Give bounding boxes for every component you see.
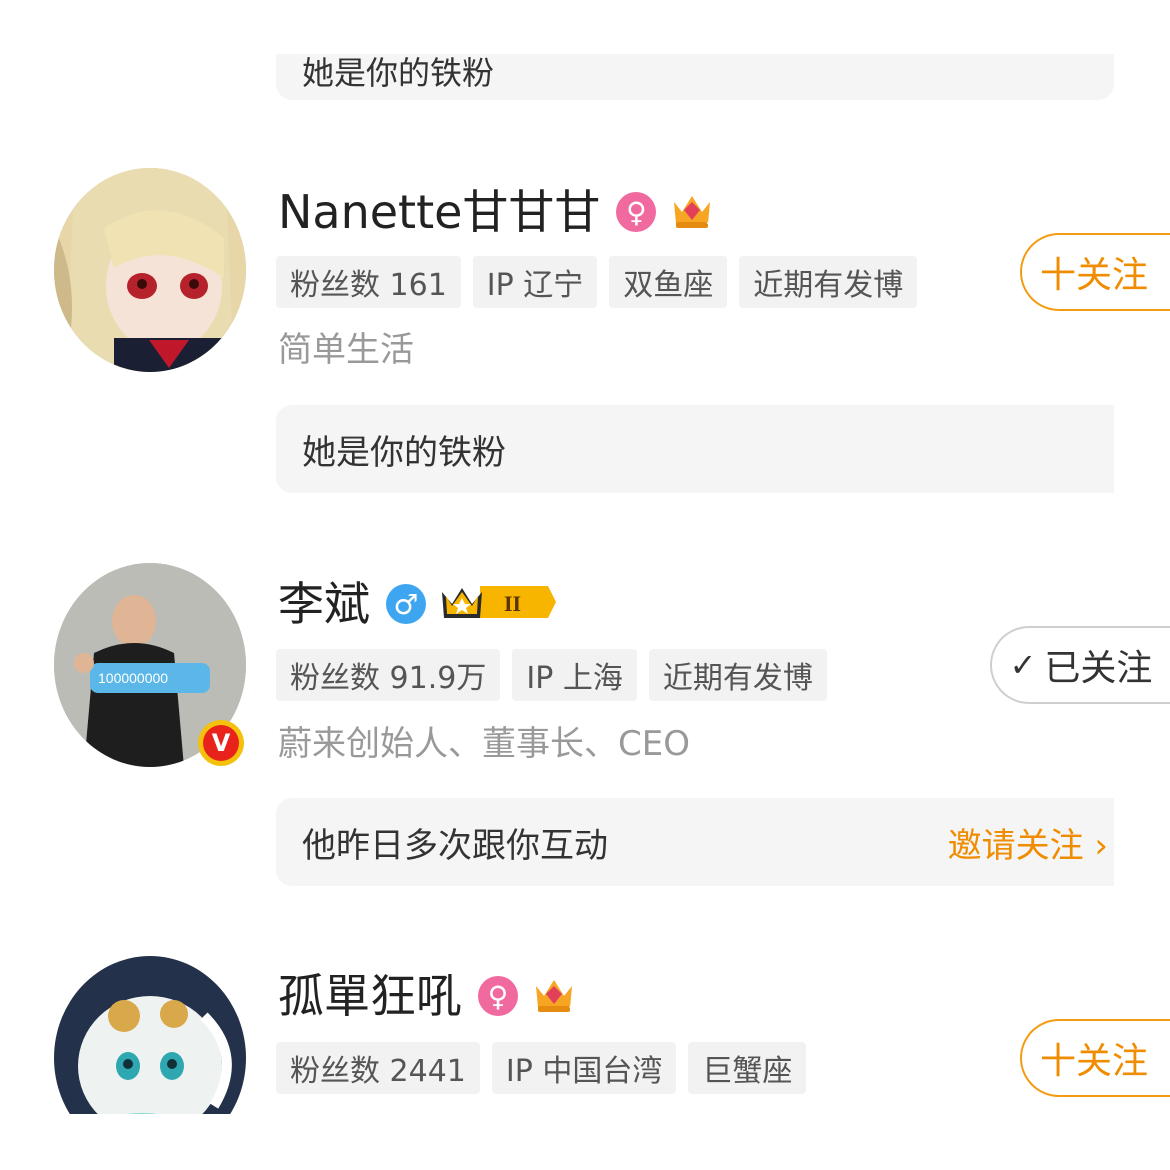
note-text: 他昨日多次跟你互动 — [302, 825, 608, 866]
tag-fans: 粉丝数 91.9万 — [276, 649, 501, 701]
female-icon: ♀ — [616, 192, 657, 232]
avatar[interactable] — [54, 168, 246, 372]
female-icon: ♀ — [478, 976, 518, 1016]
check-icon: ✓ — [1009, 646, 1037, 684]
svg-text:2: 2 — [706, 219, 713, 232]
invite-follow-link[interactable]: 邀请关注 › — [948, 818, 1108, 867]
note-text: 她是你的铁粉 — [302, 54, 495, 92]
svg-text:1: 1 — [568, 1003, 575, 1016]
tag-ip: IP 中国台湾 — [491, 1042, 677, 1094]
user-name[interactable]: 孤單狂吼 — [278, 973, 462, 1019]
crown-badge-icon: 1 — [532, 972, 576, 1020]
svg-text:II: II — [504, 591, 521, 616]
user-bio: 简单生活 — [278, 330, 414, 370]
user-bio: 蔚来创始人、董事长、CEO — [278, 724, 690, 764]
tag-fans: 粉丝数 2441 — [276, 1042, 480, 1094]
relation-note: 她是你的铁粉 — [276, 405, 1114, 493]
tag-fans: 粉丝数 161 — [276, 256, 461, 308]
svg-text:100000000: 100000000 — [98, 670, 168, 686]
tag-ip: IP 上海 — [512, 649, 637, 701]
tag-zodiac: 巨蟹座 — [688, 1042, 807, 1094]
follow-button[interactable]: 十关注 — [1020, 233, 1170, 311]
user-name[interactable]: 李斌 — [278, 581, 370, 627]
follow-button[interactable]: 十关注 — [1020, 1019, 1170, 1097]
note-text: 她是你的铁粉 — [302, 432, 506, 473]
user-name[interactable]: Nanette甘甘甘 — [278, 189, 600, 235]
followed-button[interactable]: ✓ 已关注 — [990, 626, 1170, 704]
crown-badge-icon: 2 — [670, 188, 714, 236]
tag-recent-post: 近期有发博 — [739, 256, 918, 308]
verified-v-icon: V — [198, 720, 244, 766]
tag-recent-post: 近期有发博 — [648, 649, 827, 701]
tag-zodiac: 双鱼座 — [609, 256, 728, 308]
tag-ip: IP 辽宁 — [472, 256, 598, 308]
male-icon: ♂ — [386, 584, 426, 624]
relation-note: 他昨日多次跟你互动 邀请关注 › — [276, 798, 1114, 886]
vip-level-badge-icon: II — [440, 580, 556, 628]
